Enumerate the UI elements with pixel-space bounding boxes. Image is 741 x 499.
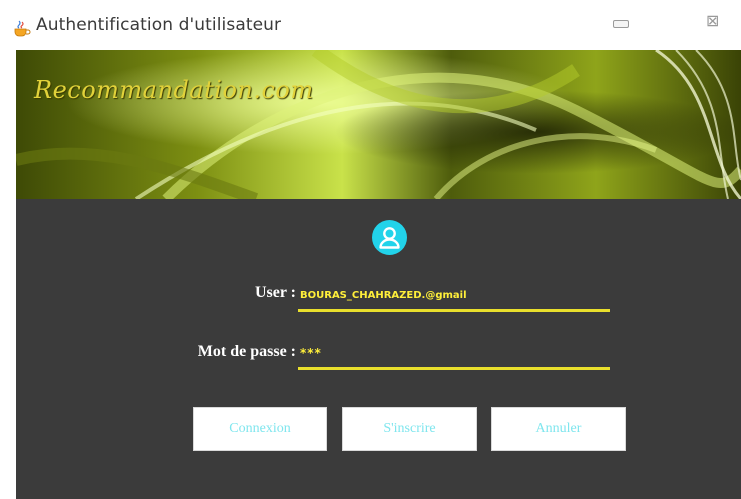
java-cup-icon [14,20,31,37]
register-button[interactable]: S'inscrire [342,407,477,451]
user-input[interactable] [298,283,612,307]
person-icon [379,227,400,249]
password-label: Mot de passe : [197,343,296,360]
close-icon: ⊠ [706,11,720,30]
password-input[interactable] [298,341,612,365]
brand-name: Recommandation.com [34,76,314,104]
user-icon [372,220,407,255]
connexion-button[interactable]: Connexion [193,407,327,451]
banner-image: Recommandation.com [16,50,741,199]
password-field[interactable] [298,341,612,370]
minimize-button[interactable] [610,12,632,34]
user-field[interactable] [298,283,612,312]
abstract-swirl-image [16,50,741,199]
window-title: Authentification d'utilisateur [36,15,282,35]
cancel-button[interactable]: Annuler [491,407,626,451]
close-button[interactable]: ⊠ [704,11,726,34]
title-bar: Authentification d'utilisateur ⊠ [0,0,741,50]
user-label: User : [254,284,296,301]
